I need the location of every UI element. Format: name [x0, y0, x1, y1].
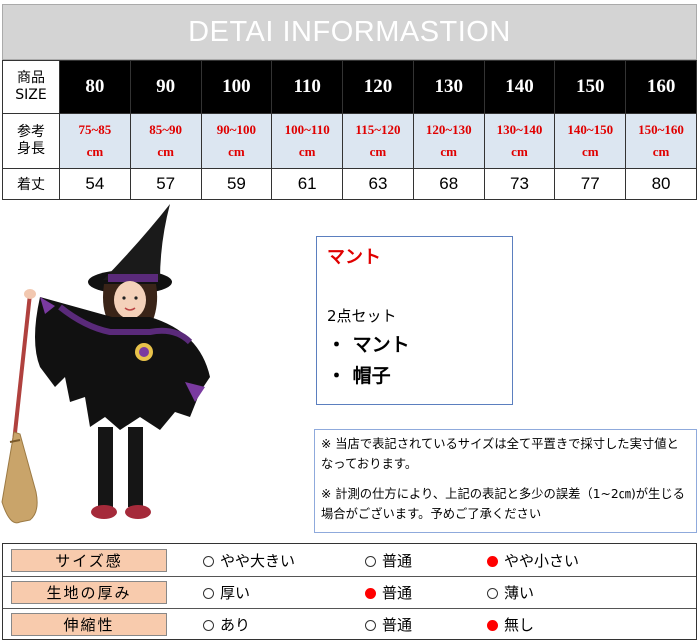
set-item: ・ 帽子 — [327, 365, 391, 387]
set-contents-box: マント 2点セット ・ マント ・ 帽子 — [316, 236, 513, 405]
length-cell: 80 — [625, 168, 697, 200]
radio-dot-icon — [203, 555, 214, 567]
radio-dot-filled-icon — [365, 587, 376, 599]
rating-panel: サイズ感 やや大きい 普通 やや小さい 生地の厚み 厚い 普通 薄い 伸縮性 あ… — [2, 543, 697, 640]
rating-option: やや大きい — [203, 551, 295, 571]
size-row: 商品 SIZE 80 90 100 110 120 130 140 150 16… — [2, 60, 697, 114]
length-row: 着丈 54 57 59 61 63 68 73 77 80 — [2, 168, 697, 200]
height-cell: 140~150 cm — [554, 113, 627, 169]
size-row-header: 商品 SIZE — [2, 60, 60, 114]
rating-option: 薄い — [487, 583, 534, 603]
rating-label: サイズ感 — [11, 549, 167, 572]
set-label: 2点セット — [327, 307, 397, 325]
rating-option: 無し — [487, 615, 534, 635]
size-cell: 120 — [342, 60, 414, 114]
rating-option: 普通 — [365, 583, 412, 603]
radio-dot-filled-icon — [487, 555, 498, 567]
rating-option: やや小さい — [487, 551, 579, 571]
length-cell: 73 — [483, 168, 556, 200]
size-cell: 130 — [412, 60, 485, 114]
radio-dot-icon — [203, 587, 214, 599]
length-cell: 57 — [129, 168, 202, 200]
size-cell: 110 — [271, 60, 344, 114]
height-cell: 75~85 cm — [59, 113, 131, 169]
size-cell: 100 — [200, 60, 273, 114]
length-cell: 63 — [342, 168, 414, 200]
length-cell: 68 — [412, 168, 485, 200]
size-cell: 150 — [554, 60, 627, 114]
product-photo — [1, 204, 210, 524]
product-name: マント — [327, 247, 381, 268]
height-cell: 115~120 cm — [342, 113, 414, 169]
length-row-header: 着丈 — [2, 168, 60, 200]
size-cell: 80 — [59, 60, 131, 114]
rating-row-stretch: 伸縮性 あり 普通 無し — [3, 608, 696, 640]
rating-option: 厚い — [203, 583, 250, 603]
radio-dot-filled-icon — [487, 619, 498, 631]
set-item: ・ マント — [327, 334, 410, 356]
height-cell: 150~160 cm — [625, 113, 697, 169]
height-cell: 100~110 cm — [271, 113, 344, 169]
size-cell: 140 — [483, 60, 556, 114]
page-title: DETAI INFORMASTION — [188, 15, 511, 48]
size-table: 商品 SIZE 80 90 100 110 120 130 140 150 16… — [2, 60, 697, 200]
height-row: 参考 身長 75~85 cm 85~90 cm 90~100 cm 100~11… — [2, 113, 697, 169]
length-cell: 59 — [200, 168, 273, 200]
radio-dot-icon — [365, 619, 376, 631]
note-text: ※ 当店で表記されているサイズは全て平置きで採寸した実寸値となっております。 — [321, 437, 679, 471]
note-text: ※ 計測の仕方により、上記の表記と多少の誤差（1~2㎝)が生じる場合がございます… — [321, 487, 685, 521]
rating-option: 普通 — [365, 551, 412, 571]
length-cell: 77 — [554, 168, 627, 200]
rating-label: 伸縮性 — [11, 613, 167, 636]
rating-option: あり — [203, 615, 250, 635]
rating-row-thickness: 生地の厚み 厚い 普通 薄い — [3, 576, 696, 608]
rating-label: 生地の厚み — [11, 581, 167, 604]
rating-option: 普通 — [365, 615, 412, 635]
radio-dot-icon — [365, 555, 376, 567]
size-cell: 160 — [625, 60, 697, 114]
radio-dot-icon — [203, 619, 214, 631]
height-cell: 85~90 cm — [129, 113, 202, 169]
height-cell: 120~130 cm — [412, 113, 485, 169]
title-bar: DETAI INFORMASTION — [2, 4, 697, 60]
length-cell: 61 — [271, 168, 344, 200]
height-row-header: 参考 身長 — [2, 113, 60, 169]
length-cell: 54 — [59, 168, 131, 200]
height-cell: 90~100 cm — [200, 113, 273, 169]
height-cell: 130~140 cm — [483, 113, 556, 169]
rating-row-size: サイズ感 やや大きい 普通 やや小さい — [3, 544, 696, 576]
radio-dot-icon — [487, 587, 498, 599]
measurement-notes: ※ 当店で表記されているサイズは全て平置きで採寸した実寸値となっております。 ※… — [314, 429, 697, 533]
size-cell: 90 — [129, 60, 202, 114]
